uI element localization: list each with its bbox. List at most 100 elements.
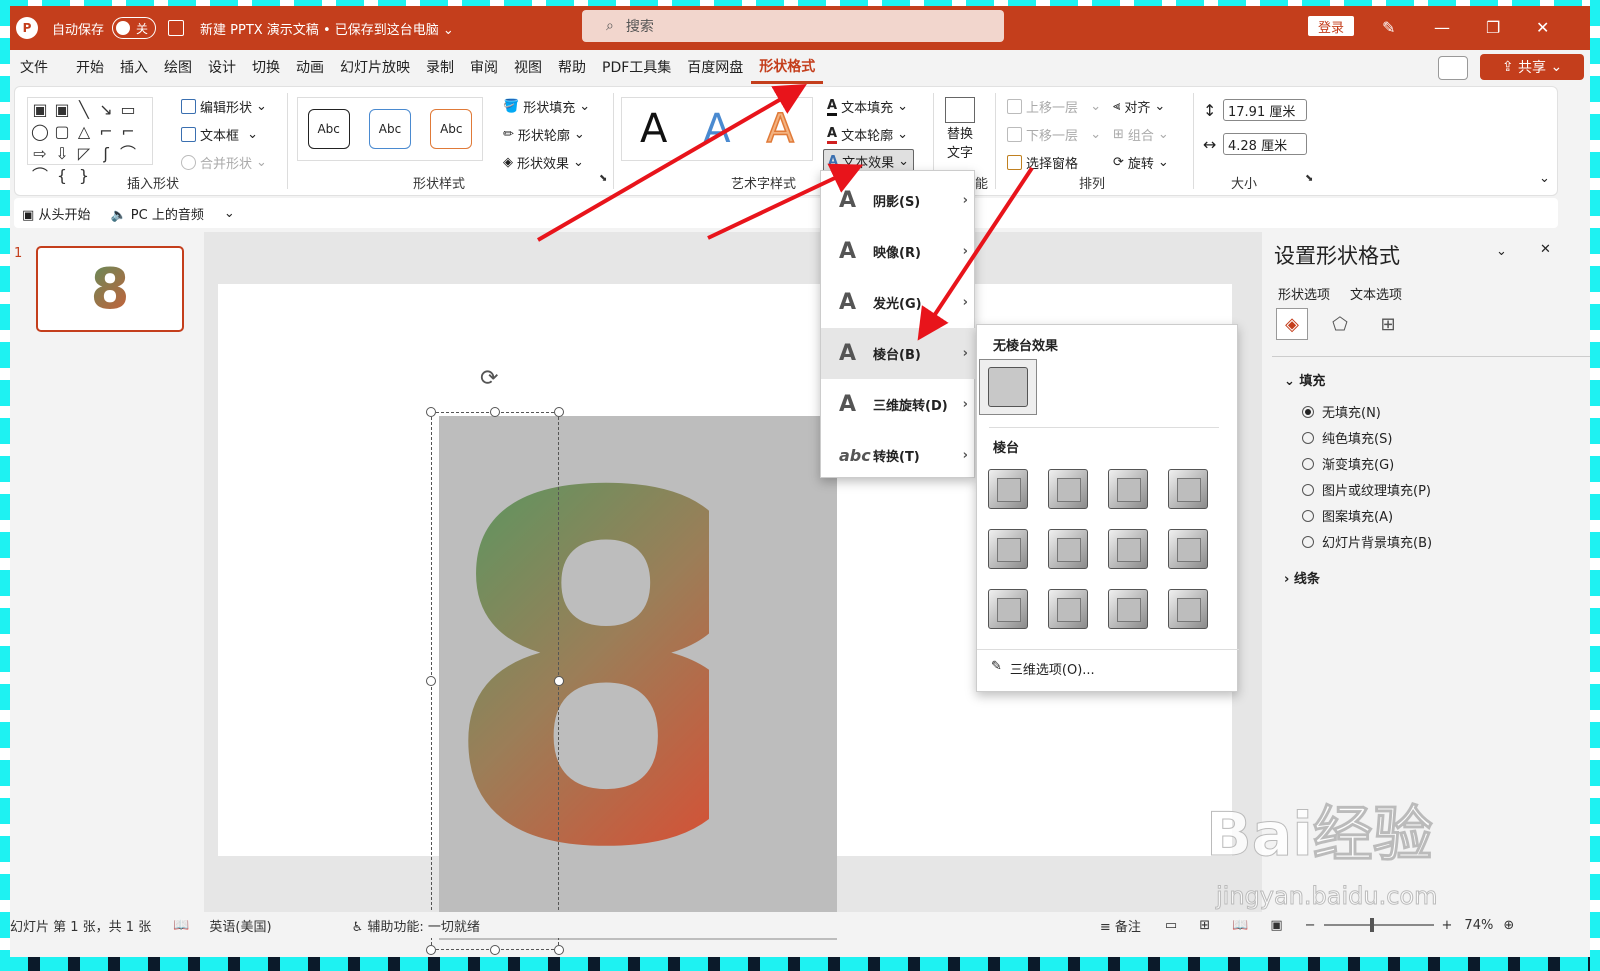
document-title[interactable]: 新建 PPTX 演示文稿 • 已保存到这台电脑 ⌄	[200, 19, 454, 38]
menu-item-transform[interactable]: abc 转换(T) ›	[821, 430, 976, 481]
language-status[interactable]: 英语(美国)	[209, 916, 271, 935]
group-button[interactable]: ⊞ 组合 ⌄	[1113, 125, 1169, 144]
menu-item-3d-rotation[interactable]: A 三维旋转(D) ›	[821, 379, 976, 430]
resize-handle[interactable]	[426, 676, 436, 686]
shape-height-input[interactable]: 17.91 厘米	[1223, 99, 1307, 121]
bevel-preset-angle[interactable]	[988, 529, 1028, 569]
shape-style-blue[interactable]: Abc	[368, 109, 411, 149]
fill-option-solid[interactable]: 纯色填充(S)	[1302, 428, 1392, 447]
right-brace-shape-icon[interactable]: }	[74, 166, 94, 186]
no-bevel-option[interactable]	[979, 359, 1037, 415]
menu-item-glow[interactable]: A 发光(G) ›	[821, 277, 976, 328]
slide-thumbnail-1[interactable]: 8	[36, 246, 184, 332]
send-backward-button[interactable]: 下移一层 ⌄	[1007, 125, 1101, 144]
down-arrow-shape-icon[interactable]: ⇩	[52, 144, 72, 164]
share-button[interactable]: ⇪ 共享 ⌄	[1480, 54, 1584, 80]
effects-pentagon-icon[interactable]: ⬠	[1324, 308, 1356, 340]
shape-style-gallery[interactable]: Abc Abc Abc	[297, 97, 483, 161]
tab-shape-format[interactable]: 形状格式	[751, 50, 824, 84]
vtextbox-shape-icon[interactable]: ▣	[52, 100, 72, 120]
tab-home[interactable]: 开始	[68, 50, 112, 84]
menu-item-shadow[interactable]: A 阴影(S) ›	[821, 175, 976, 226]
restore-icon[interactable]: ❐	[1486, 18, 1500, 37]
accessibility-status[interactable]: ♿ 辅助功能: 一切就绪	[352, 916, 480, 935]
elbow2-shape-icon[interactable]: ⌐	[118, 122, 138, 142]
fill-option-background[interactable]: 幻灯片背景填充(B)	[1302, 532, 1432, 551]
menu-item-bevel[interactable]: A 棱台(B) ›	[821, 328, 976, 379]
radio-button[interactable]	[1302, 535, 1314, 548]
shape-style-orange[interactable]: Abc	[430, 109, 473, 149]
rotate-handle-icon[interactable]: ⟳	[480, 366, 498, 391]
tab-transitions[interactable]: 切换	[244, 50, 288, 84]
tab-view[interactable]: 视图	[506, 50, 550, 84]
tab-slideshow[interactable]: 幻灯片放映	[332, 50, 418, 84]
textbox-shape-icon[interactable]: ▣	[30, 100, 50, 120]
triangle-shape-icon[interactable]: △	[74, 122, 94, 142]
pane-options-icon[interactable]: ⌄	[1496, 244, 1507, 259]
alt-text-button[interactable]: 替换 文字	[945, 97, 975, 161]
wordart-gallery[interactable]: A A A	[621, 97, 813, 161]
tab-baidu-netdisk[interactable]: 百度网盘	[679, 50, 751, 84]
shape-effect-button[interactable]: ◈ 形状效果 ⌄	[503, 153, 584, 172]
comments-button[interactable]	[1438, 56, 1468, 80]
tab-insert[interactable]: 插入	[112, 50, 156, 84]
shape-outline-button[interactable]: ✏ 形状轮廓 ⌄	[503, 125, 585, 144]
tab-animations[interactable]: 动画	[288, 50, 332, 84]
left-brace-shape-icon[interactable]: {	[52, 166, 72, 186]
fill-option-none[interactable]: 无填充(N)	[1302, 402, 1381, 421]
radio-button[interactable]	[1302, 483, 1314, 496]
bevel-preset-circle[interactable]	[988, 469, 1028, 509]
curve-shape-icon[interactable]: ⌒	[118, 144, 138, 164]
bevel-preset-convex[interactable]	[1108, 529, 1148, 569]
fill-option-picture[interactable]: 图片或纹理填充(P)	[1302, 480, 1431, 499]
search-box[interactable]: ⌕ 搜索	[582, 10, 1004, 42]
tab-record[interactable]: 录制	[418, 50, 462, 84]
minimize-icon[interactable]: —	[1434, 18, 1450, 37]
save-icon[interactable]	[168, 20, 185, 36]
rotate-button[interactable]: ⟳ 旋转 ⌄	[1113, 153, 1169, 172]
radio-button[interactable]	[1302, 405, 1314, 418]
edit-shape-button[interactable]: 编辑形状 ⌄	[181, 97, 267, 116]
resize-handle[interactable]	[426, 945, 436, 955]
collapse-ribbon-icon[interactable]: ⌄	[1539, 171, 1550, 186]
reading-view-icon[interactable]: 📖	[1232, 918, 1248, 933]
audio-button[interactable]: 🔈 PC 上的音频	[110, 204, 203, 223]
fit-slide-icon[interactable]: ⊕	[1503, 918, 1514, 933]
size-properties-icon[interactable]: ⊞	[1372, 308, 1404, 340]
line-shape-icon[interactable]: ╲	[74, 100, 94, 120]
wordart-orange[interactable]: A	[766, 105, 795, 153]
close-icon[interactable]: ✕	[1536, 18, 1549, 37]
arrow-line-shape-icon[interactable]: ↘	[96, 100, 116, 120]
resize-handle[interactable]	[554, 676, 564, 686]
shape-fill-button[interactable]: 🪣 形状填充 ⌄	[503, 97, 590, 116]
resize-handle[interactable]	[490, 407, 500, 417]
text-fill-button[interactable]: A 文本填充 ⌄	[827, 97, 908, 116]
bevel-preset-hard-edge[interactable]	[1108, 589, 1148, 629]
slide-sorter-icon[interactable]: ⊞	[1199, 918, 1210, 933]
shape-width-input[interactable]: 4.28 厘米	[1223, 133, 1307, 155]
text-outline-button[interactable]: A 文本轮廓 ⌄	[827, 125, 908, 144]
radio-button[interactable]	[1302, 431, 1314, 444]
fill-option-pattern[interactable]: 图案填充(A)	[1302, 506, 1393, 525]
radio-button[interactable]	[1302, 509, 1314, 522]
tab-draw[interactable]: 绘图	[156, 50, 200, 84]
round-rect-shape-icon[interactable]: ▢	[52, 122, 72, 142]
fill-option-gradient[interactable]: 渐变填充(G)	[1302, 454, 1394, 473]
tab-help[interactable]: 帮助	[550, 50, 594, 84]
bevel-preset-slope[interactable]	[1168, 529, 1208, 569]
bevel-preset-divot[interactable]	[988, 589, 1028, 629]
tab-file[interactable]: 文件	[12, 50, 56, 84]
scribble-shape-icon[interactable]: ʃ	[96, 144, 116, 164]
radio-button[interactable]	[1302, 457, 1314, 470]
pane-close-icon[interactable]: ✕	[1540, 242, 1551, 257]
wordart-blue[interactable]: A	[703, 106, 730, 152]
qat-customize-icon[interactable]: ⌄	[224, 206, 235, 221]
zoom-out-icon[interactable]: −	[1305, 918, 1316, 933]
size-launcher-icon[interactable]: ⬊	[1305, 173, 1313, 184]
bring-forward-button[interactable]: 上移一层 ⌄	[1007, 97, 1101, 116]
menu-item-reflection[interactable]: A 映像(R) ›	[821, 226, 976, 277]
shape-style-black[interactable]: Abc	[307, 109, 350, 149]
tab-design[interactable]: 设计	[200, 50, 244, 84]
notes-button[interactable]: ≡ 备注	[1100, 916, 1141, 935]
zoom-slider[interactable]	[1323, 918, 1434, 932]
